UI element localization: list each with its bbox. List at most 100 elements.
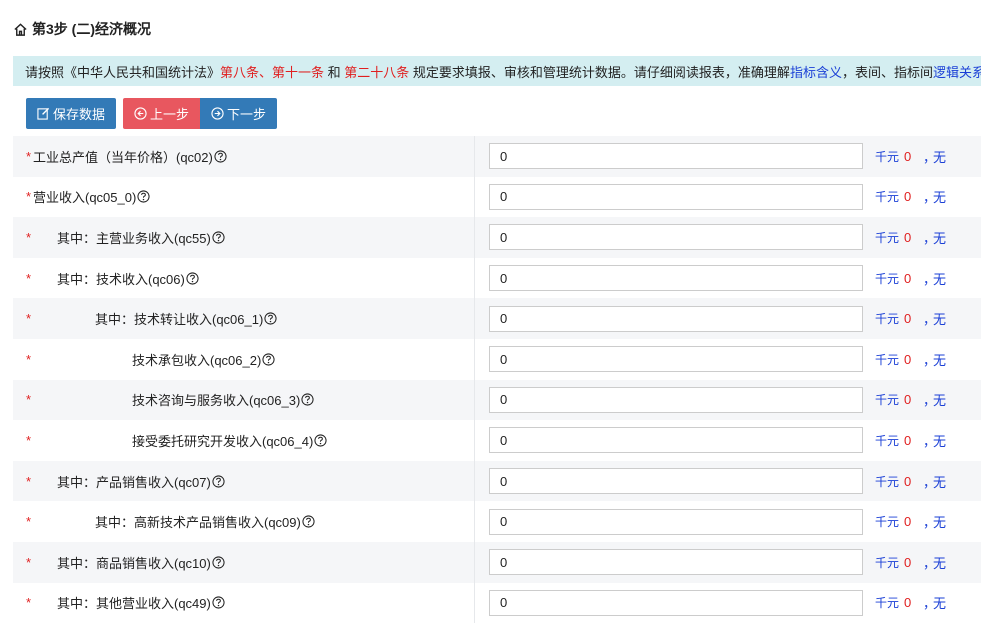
help-icon[interactable] (212, 596, 225, 609)
help-icon[interactable] (137, 190, 150, 203)
row-label-text: 接受委托研究开发收入(qc06_4) (132, 433, 314, 449)
row-label: 其中：商品销售收入(qc10) (57, 553, 225, 572)
form-row: *其中：其他营业收入(qc49)千元0，无 (13, 582, 981, 623)
value-input[interactable] (489, 589, 863, 616)
extra-value: 无 (933, 190, 947, 206)
extra-value: 无 (933, 393, 947, 409)
notice-banner: 请按照《中华人民共和国统计法》 第八条 、 第十一条 和 第二十八条 规定要求填… (13, 56, 981, 86)
required-marker: * (26, 432, 32, 448)
required-marker: * (26, 351, 32, 367)
form-row: *其中：技术收入(qc06)千元0，无 (13, 257, 981, 299)
required-marker: * (26, 148, 32, 164)
unit-label: 千元 (875, 596, 900, 611)
value-input[interactable] (489, 549, 863, 576)
row-label-cell: * 其中：产品销售收入(qc07) (13, 460, 475, 502)
unit-label: 千元 (875, 230, 900, 245)
row-label: 技术承包收入(qc06_2) (132, 350, 275, 369)
row-label-text: 技术咨询与服务收入(qc06_3) (132, 393, 301, 409)
reference-value: 0 (904, 554, 912, 570)
extra-value: 无 (933, 271, 947, 287)
help-icon[interactable] (214, 150, 227, 163)
value-input[interactable] (489, 346, 863, 373)
row-label-cell: * 营业收入(qc05_0) (13, 176, 475, 218)
row-label: 工业总产值（当年价格）(qc02) (33, 147, 227, 166)
value-input[interactable] (489, 468, 863, 495)
required-marker: * (26, 311, 32, 327)
extra-value: 无 (933, 555, 947, 571)
row-label-text: 其中：主营业务收入(qc55) (57, 230, 211, 246)
required-marker: * (26, 270, 32, 286)
help-icon[interactable] (301, 393, 314, 406)
row-label-text: 工业总产值（当年价格）(qc02) (33, 149, 213, 165)
extra-value: 无 (933, 515, 947, 531)
unit-label: 千元 (875, 312, 900, 327)
arrow-right-circle-icon (211, 107, 224, 120)
extra-value: 无 (933, 474, 947, 490)
help-icon[interactable] (262, 353, 275, 366)
unit-label: 千元 (875, 433, 900, 448)
logic-relation-link[interactable]: 逻辑关系 (933, 62, 981, 81)
row-label: 其中：技术收入(qc06) (57, 269, 199, 288)
row-label-cell: * 其中：技术转让收入(qc06_1) (13, 298, 475, 339)
row-label-cell: * 技术咨询与服务收入(qc06_3) (13, 379, 475, 421)
help-icon[interactable] (186, 271, 199, 285)
value-input[interactable] (489, 143, 863, 170)
value-input[interactable] (489, 305, 863, 332)
value-input[interactable] (489, 224, 863, 251)
next-step-button[interactable]: 下一步 (200, 98, 278, 129)
help-icon[interactable] (212, 556, 225, 569)
row-label: 技术咨询与服务收入(qc06_3) (132, 390, 314, 409)
value-input[interactable] (489, 386, 863, 413)
row-label-cell: * 其中：主营业务收入(qc55) (13, 217, 475, 258)
extra-value: 无 (933, 596, 947, 612)
form-row: *技术咨询与服务收入(qc06_3)千元0，无 (13, 379, 981, 421)
reference-value: 0 (904, 189, 912, 205)
row-label-cell: * 其中：商品销售收入(qc10) (13, 541, 475, 583)
value-input[interactable] (489, 508, 863, 535)
notice-text-3: ，表间、指标间 (841, 64, 933, 80)
required-marker: * (26, 595, 32, 611)
form-row: *其中：产品销售收入(qc07)千元0，无 (13, 460, 981, 502)
unit-label: 千元 (875, 149, 900, 164)
row-label-text: 其中：技术转让收入(qc06_1) (95, 312, 264, 328)
next-label: 下一步 (227, 107, 267, 122)
value-input[interactable] (489, 427, 863, 454)
value-input[interactable] (489, 183, 863, 210)
prev-step-button[interactable]: 上一步 (123, 98, 201, 129)
unit-label: 千元 (875, 393, 900, 408)
row-label: 营业收入(qc05_0) (33, 187, 150, 206)
reference-value: 0 (904, 432, 912, 448)
help-icon[interactable] (302, 515, 315, 528)
required-marker: * (26, 392, 32, 408)
toolbar: 保存数据 上一步 下一步 (26, 98, 278, 129)
extra-value: 无 (933, 433, 947, 449)
row-label: 其中：产品销售收入(qc07) (57, 472, 225, 491)
form-row: *其中：高新技术产品销售收入(qc09)千元0，无 (13, 501, 981, 542)
form-rows: *工业总产值（当年价格）(qc02)千元0，无*营业收入(qc05_0)千元0，… (13, 136, 981, 623)
required-marker: * (26, 514, 32, 530)
help-icon[interactable] (212, 474, 225, 488)
row-label: 接受委托研究开发收入(qc06_4) (132, 431, 327, 450)
row-label-text: 其中：其他营业收入(qc49) (57, 596, 211, 612)
form-row: *接受委托研究开发收入(qc06_4)千元0，无 (13, 420, 981, 461)
reference-value: 0 (904, 311, 912, 327)
row-label: 其中：高新技术产品销售收入(qc09) (95, 512, 315, 531)
reference-value: 0 (904, 473, 912, 489)
value-input[interactable] (489, 265, 863, 292)
reference-value: 0 (904, 270, 912, 286)
help-icon[interactable] (212, 231, 225, 244)
indicator-meaning-link[interactable]: 指标含义 (790, 62, 842, 81)
help-icon[interactable] (264, 312, 277, 325)
unit-label: 千元 (875, 474, 900, 489)
help-icon[interactable] (314, 434, 327, 447)
notice-and: 和 (324, 64, 345, 80)
form-row: *技术承包收入(qc06_2)千元0，无 (13, 338, 981, 380)
arrow-left-circle-icon (134, 107, 147, 120)
unit-label: 千元 (875, 555, 900, 570)
law-article-8: 第八条 (220, 64, 260, 80)
form-row: *其中：商品销售收入(qc10)千元0，无 (13, 541, 981, 583)
law-article-28: 第二十八条 (344, 64, 410, 80)
unit-label: 千元 (875, 352, 900, 367)
row-label-text: 其中：高新技术产品销售收入(qc09) (95, 515, 301, 531)
save-button[interactable]: 保存数据 (26, 98, 117, 129)
